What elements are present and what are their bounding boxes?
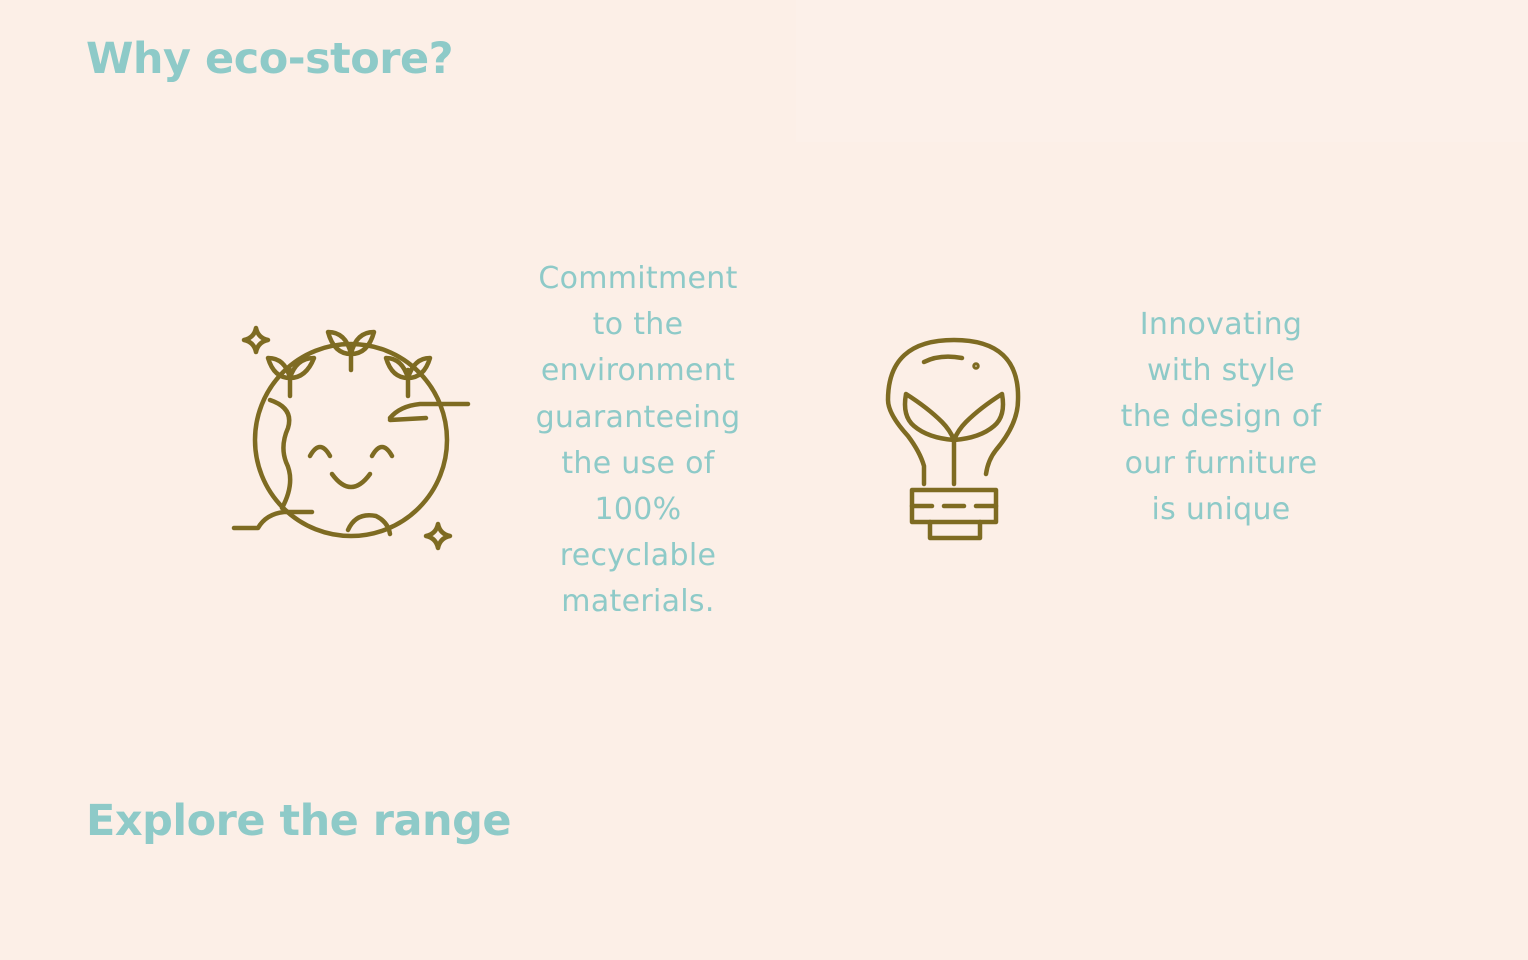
lightbulb-sprout-icon — [884, 334, 1024, 544]
smiling-earth-icon — [230, 322, 472, 560]
page: Why eco-store? Commitment to the environ… — [0, 0, 1528, 960]
header-band — [796, 0, 1528, 142]
feature-environment-text: Commitment to the environment guaranteei… — [535, 261, 741, 620]
feature-design-text: Innovating with style the design of our … — [1120, 307, 1322, 527]
why-eco-store-heading: Why eco-store? — [86, 34, 454, 84]
explore-range-heading: Explore the range — [86, 796, 512, 846]
